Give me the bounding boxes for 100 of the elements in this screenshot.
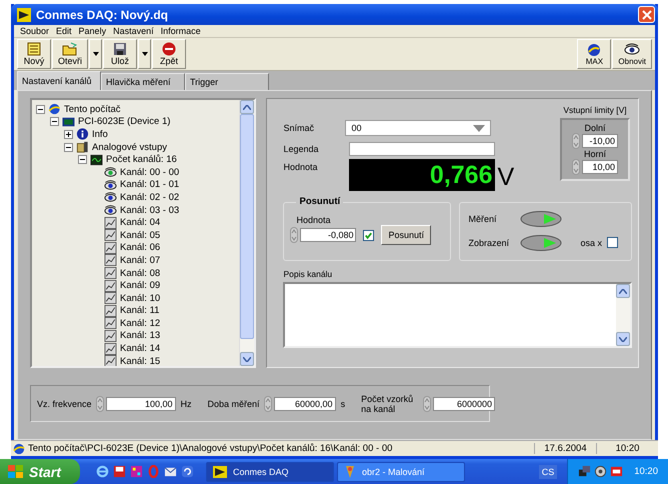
browser-icon[interactable] xyxy=(96,465,109,478)
tab[interactable]: Hlavička měření xyxy=(101,73,185,90)
toolbar-button[interactable]: MAX xyxy=(577,39,612,69)
chart-icon xyxy=(104,216,117,229)
menu-item[interactable]: Edit xyxy=(56,26,72,36)
toolbar-button[interactable]: Zpět xyxy=(152,39,186,69)
menu-item[interactable]: Informace xyxy=(160,26,201,36)
close-button[interactable] xyxy=(638,6,655,23)
menu-item[interactable]: Nastavení xyxy=(113,26,154,36)
chart-icon xyxy=(104,317,117,330)
number-field[interactable]: 6000000 xyxy=(433,396,496,410)
globe-icon xyxy=(13,442,25,454)
tree-item[interactable]: Kanál: 05 xyxy=(120,230,160,241)
chart-icon xyxy=(104,292,117,304)
tree-item[interactable]: Kanál: 02 - 02 xyxy=(120,192,180,203)
sensor-dropdown[interactable]: 00 xyxy=(345,120,492,136)
offset-button[interactable]: Posunutí xyxy=(381,225,432,245)
spinner-icon[interactable] xyxy=(423,396,432,412)
spinner-icon[interactable] xyxy=(572,159,580,175)
high-limit-field[interactable]: 10,00 xyxy=(582,160,618,174)
app-icon xyxy=(17,8,31,22)
network-icon[interactable] xyxy=(578,465,592,478)
chart-icon xyxy=(104,355,117,366)
tree-item[interactable]: Kanál: 15 xyxy=(120,356,160,366)
tree-item[interactable]: Kanál: 07 xyxy=(120,254,160,266)
chart-icon xyxy=(104,254,117,266)
toolbar-button[interactable]: Otevři xyxy=(52,39,88,69)
tree-item[interactable]: Kanál: 08 xyxy=(120,268,160,279)
spinner-icon[interactable] xyxy=(264,396,272,412)
tree-item[interactable]: Kanál: 14 xyxy=(120,343,160,354)
tree-item[interactable]: Kanál: 11 xyxy=(120,305,160,316)
collapse-icon[interactable] xyxy=(50,117,59,126)
dropdown-button[interactable] xyxy=(138,39,152,69)
status-path: Tento počítač\PCI-6023E (Device 1)\Analogové vstupy\Počet kanálů: 16\Kanál: 00 - 00 xyxy=(28,443,394,454)
field-label: Dolní xyxy=(584,123,606,133)
checkbox[interactable] xyxy=(607,237,618,248)
tree-item[interactable]: Kanál: 04 xyxy=(120,217,160,228)
toggle-switch[interactable] xyxy=(520,210,562,226)
connector-icon xyxy=(76,141,89,154)
app-icon xyxy=(213,466,227,478)
globe-icon xyxy=(586,42,602,56)
tree-item[interactable]: Kanál: 13 xyxy=(120,330,160,342)
tab[interactable]: Nastavení kanálů xyxy=(17,71,101,90)
scroll-down-icon[interactable] xyxy=(243,356,252,362)
offset-field[interactable]: -0,080 xyxy=(300,228,356,242)
expand-icon[interactable] xyxy=(64,130,73,139)
legend-field[interactable] xyxy=(349,142,496,156)
caret-icon xyxy=(142,52,148,56)
dropdown-button[interactable] xyxy=(89,39,102,69)
tree-item[interactable]: Kanál: 10 xyxy=(120,292,160,304)
language-indicator[interactable]: CS xyxy=(538,464,558,478)
mail-icon[interactable] xyxy=(164,465,177,478)
number-field[interactable]: 100,00 xyxy=(106,396,176,410)
chart-icon xyxy=(104,267,117,280)
refresh-icon[interactable] xyxy=(181,465,194,478)
spinner-icon[interactable] xyxy=(572,133,580,149)
toolbar-button[interactable]: Nový xyxy=(17,39,51,69)
tree-item[interactable]: Info xyxy=(92,128,108,140)
tree-item[interactable]: Kanál: 09 xyxy=(120,280,160,292)
taskbar-button[interactable]: obr2 - Malování xyxy=(337,462,465,482)
start-button[interactable]: Start xyxy=(0,459,80,484)
spinner-icon[interactable] xyxy=(96,396,104,412)
tree-item[interactable]: Tento počítač xyxy=(64,104,121,115)
tree-item[interactable]: PCI-6023E (Device 1) xyxy=(78,116,170,128)
tree-item[interactable]: Kanál: 06 xyxy=(120,242,160,254)
collapse-icon[interactable] xyxy=(36,104,45,114)
low-limit-field[interactable]: -10,00 xyxy=(582,134,618,148)
field-label: Legenda xyxy=(283,144,320,154)
toolbar-button[interactable]: Ulož xyxy=(103,39,138,69)
scrollbar[interactable] xyxy=(239,100,254,366)
chart-icon xyxy=(104,304,117,317)
toggle-switch[interactable] xyxy=(520,234,562,250)
tree-item[interactable]: Počet kanálů: 16 xyxy=(106,154,177,166)
floppy-icon xyxy=(112,42,128,56)
tray-icon[interactable] xyxy=(610,465,624,478)
scroll-up-icon[interactable] xyxy=(619,288,627,294)
speaker-icon[interactable] xyxy=(594,465,608,478)
menu-item[interactable]: Soubor xyxy=(20,26,50,36)
unit-label: V xyxy=(497,162,514,192)
grid-icon[interactable] xyxy=(130,465,143,478)
description-field[interactable] xyxy=(283,282,632,348)
collapse-icon[interactable] xyxy=(64,142,73,152)
switch-label: Zobrazení xyxy=(468,238,510,248)
checkbox[interactable] xyxy=(363,230,374,240)
menu-item[interactable]: Panely xyxy=(78,26,106,36)
status-time: 10:20 xyxy=(596,443,658,454)
tree-item[interactable]: Kanál: 00 - 00 xyxy=(120,166,180,178)
scroll-down-icon[interactable] xyxy=(619,336,627,342)
tab[interactable]: Trigger xyxy=(185,73,269,90)
toolbar-button[interactable]: Obnovit xyxy=(612,39,652,69)
collapse-icon[interactable] xyxy=(78,155,87,164)
number-field[interactable]: 60000,00 xyxy=(274,396,336,410)
tree-item[interactable]: Kanál: 03 - 03 xyxy=(120,204,180,216)
tree-item[interactable]: Kanál: 12 xyxy=(120,318,160,329)
scroll-up-icon[interactable] xyxy=(243,104,252,110)
tree-item[interactable]: Analogové vstupy xyxy=(92,142,167,153)
spinner-icon[interactable] xyxy=(290,227,298,243)
taskbar-button[interactable]: Conmes DAQ xyxy=(206,462,334,482)
tree-item[interactable]: Kanál: 01 - 01 xyxy=(120,179,180,190)
caret-icon xyxy=(473,124,486,132)
